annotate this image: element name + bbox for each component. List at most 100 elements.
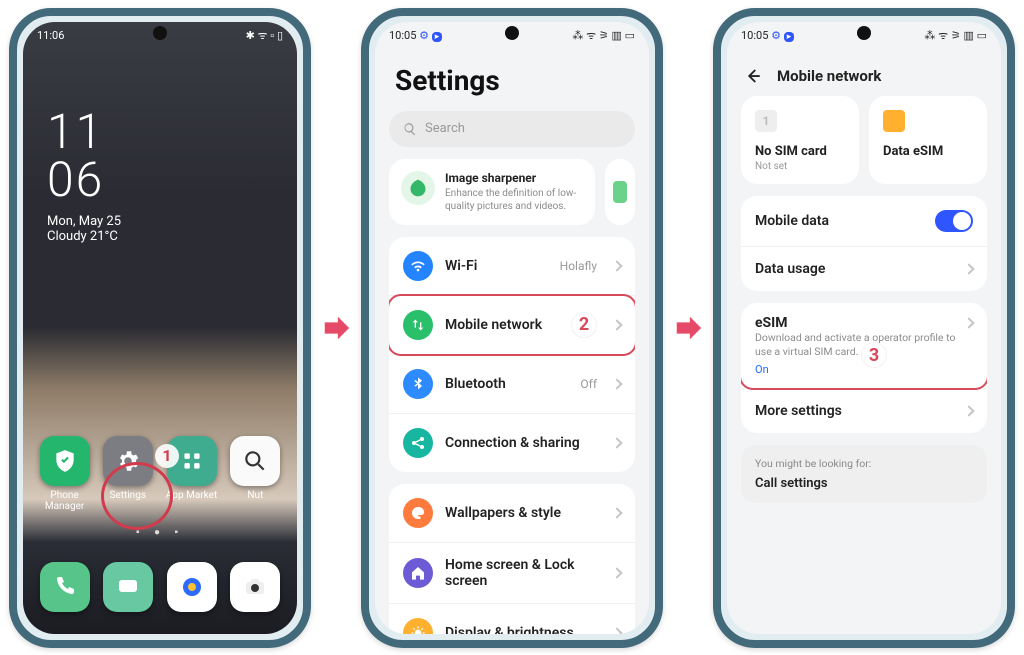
connectivity-group: Wi-Fi Holafly Mobile network 2 Bluetooth… <box>389 237 635 472</box>
row-display[interactable]: Display & brightness <box>389 603 635 634</box>
wifi-icon <box>403 251 433 281</box>
clock-hour: 11 <box>47 108 121 156</box>
sim-slot-2[interactable]: Data eSIM <box>869 96 987 184</box>
chevron-right-icon <box>611 260 622 271</box>
app-phone-manager[interactable]: Phone Manager <box>40 436 90 512</box>
chevron-right-icon <box>963 317 974 328</box>
chevron-right-icon <box>611 507 622 518</box>
gear-icon <box>103 436 153 486</box>
phone-home: 11:06 ✱ ᯤ ▫ ▯ 11 06 Mon, May 25 Cloudy 2… <box>9 8 311 648</box>
status-time: 10:05 ⚙ ▸ <box>741 29 794 42</box>
mobile-data-icon <box>403 310 433 340</box>
data-group: Mobile data Data usage <box>741 196 987 291</box>
status-icons: ⁂ ᯤ ⚞ ▥ ▭ <box>924 28 987 43</box>
promo-side-card[interactable] <box>605 159 635 225</box>
app-label: Settings <box>109 490 146 501</box>
weather-label: Cloudy 21°C <box>47 229 121 244</box>
row-mobile-data[interactable]: Mobile data <box>741 196 987 246</box>
shield-icon <box>40 436 90 486</box>
app-label: App Market <box>166 490 217 501</box>
status-icons: ✱ ᯤ ▫ ▯ <box>246 28 283 43</box>
clock-widget: 11 06 Mon, May 25 Cloudy 21°C <box>47 108 121 244</box>
home-screen: 11:06 ✱ ᯤ ▫ ▯ 11 06 Mon, May 25 Cloudy 2… <box>23 22 297 634</box>
sim-cards-row: 1 No SIM card Not set Data eSIM <box>727 96 1001 196</box>
promo-image-sharpener[interactable]: Image sharpener Enhance the definition o… <box>389 159 595 225</box>
palette-icon <box>403 498 433 528</box>
row-more-settings[interactable]: More settings <box>741 388 987 433</box>
sim2-icon <box>883 110 905 132</box>
brightness-icon <box>403 618 433 634</box>
mobile-data-toggle[interactable] <box>935 210 973 232</box>
row-label: Data usage <box>755 261 953 277</box>
sim1-sub: Not set <box>755 161 845 172</box>
row-label: More settings <box>755 403 953 419</box>
leaf-icon <box>401 171 435 205</box>
bluetooth-value: Off <box>580 377 597 391</box>
search-input[interactable]: Search <box>389 111 635 147</box>
app-nut[interactable]: Nut <box>230 436 280 512</box>
row-esim[interactable]: eSIM Download and activate a operator pr… <box>741 303 987 388</box>
chevron-right-icon <box>611 437 622 448</box>
sim-slot-1[interactable]: 1 No SIM card Not set <box>741 96 859 184</box>
hint-item: Call settings <box>755 476 973 491</box>
status-bar: 10:05 ⚙ ▸ ⁂ ᯤ ⚞ ▥ ▭ <box>727 26 1001 45</box>
arrow-left-icon <box>744 67 762 85</box>
back-button[interactable] <box>743 66 763 86</box>
dock-messages[interactable] <box>103 562 153 612</box>
row-label: Wi-Fi <box>445 258 548 274</box>
row-label: Home screen & Lock screen <box>445 557 601 589</box>
row-home-lock[interactable]: Home screen & Lock screen <box>389 542 635 603</box>
app-settings[interactable]: Settings <box>103 436 153 512</box>
chevron-right-icon <box>963 405 974 416</box>
row-mobile-network[interactable]: Mobile network 2 <box>389 295 635 354</box>
phone-mobile-network: 10:05 ⚙ ▸ ⁂ ᯤ ⚞ ▥ ▭ Mobile network 1 No … <box>713 8 1015 648</box>
search-placeholder: Search <box>425 121 465 136</box>
row-connection-sharing[interactable]: Connection & sharing <box>389 413 635 472</box>
promo-title: Image sharpener <box>445 171 583 185</box>
personalization-group: Wallpapers & style Home screen & Lock sc… <box>389 484 635 634</box>
magnifier-icon <box>230 436 280 486</box>
row-label: Mobile data <box>755 213 923 229</box>
arrow-1 <box>321 312 351 344</box>
home-icon <box>403 558 433 588</box>
sim2-label: Data eSIM <box>883 144 973 159</box>
page-indicator: ▪ ● ▪ <box>23 527 297 538</box>
chevron-right-icon <box>963 263 974 274</box>
home-dock <box>33 552 287 622</box>
suggestion-card[interactable]: You might be looking for: Call settings <box>741 445 987 503</box>
settings-screen: 10:05 ⚙ ▸ ⁂ ᯤ ⚞ ▥ ▭ Settings Search Imag… <box>375 22 649 634</box>
row-bluetooth[interactable]: Bluetooth Off <box>389 354 635 413</box>
status-time: 11:06 <box>37 29 64 42</box>
date-label: Mon, May 25 <box>47 214 121 229</box>
row-label: Display & brightness <box>445 625 601 634</box>
chevron-right-icon <box>611 378 622 389</box>
mobile-network-screen: 10:05 ⚙ ▸ ⁂ ᯤ ⚞ ▥ ▭ Mobile network 1 No … <box>727 22 1001 634</box>
app-label: Phone Manager <box>40 490 90 512</box>
page-title: Mobile network <box>777 67 881 85</box>
dock-phone[interactable] <box>40 562 90 612</box>
esim-group: eSIM Download and activate a operator pr… <box>741 303 987 433</box>
search-icon <box>403 122 417 136</box>
status-time: 10:05 ⚙ ▸ <box>389 29 442 42</box>
hint-label: You might be looking for: <box>755 457 973 470</box>
sim1-icon: 1 <box>755 110 777 132</box>
chevron-right-icon <box>611 567 622 578</box>
app-label: Nut <box>247 490 263 501</box>
phone-settings: 10:05 ⚙ ▸ ⁂ ᯤ ⚞ ▥ ▭ Settings Search Imag… <box>361 8 663 648</box>
step-3-badge: 3 <box>861 342 887 368</box>
row-wifi[interactable]: Wi-Fi Holafly <box>389 237 635 295</box>
row-data-usage[interactable]: Data usage <box>741 246 987 291</box>
status-bar: 10:05 ⚙ ▸ ⁂ ᯤ ⚞ ▥ ▭ <box>375 26 649 45</box>
dock-browser[interactable] <box>167 562 217 612</box>
wifi-value: Holafly <box>560 259 597 273</box>
chevron-right-icon <box>611 627 622 634</box>
bluetooth-icon <box>403 369 433 399</box>
promo-desc: Enhance the definition of low-quality pi… <box>445 187 583 213</box>
dock-camera[interactable] <box>230 562 280 612</box>
row-label: Wallpapers & style <box>445 505 601 521</box>
step-2-badge: 2 <box>571 312 597 338</box>
promo-row: Image sharpener Enhance the definition o… <box>375 159 649 237</box>
row-wallpapers[interactable]: Wallpapers & style <box>389 484 635 542</box>
status-bar: 11:06 ✱ ᯤ ▫ ▯ <box>23 26 297 45</box>
phone-icon <box>613 181 627 203</box>
